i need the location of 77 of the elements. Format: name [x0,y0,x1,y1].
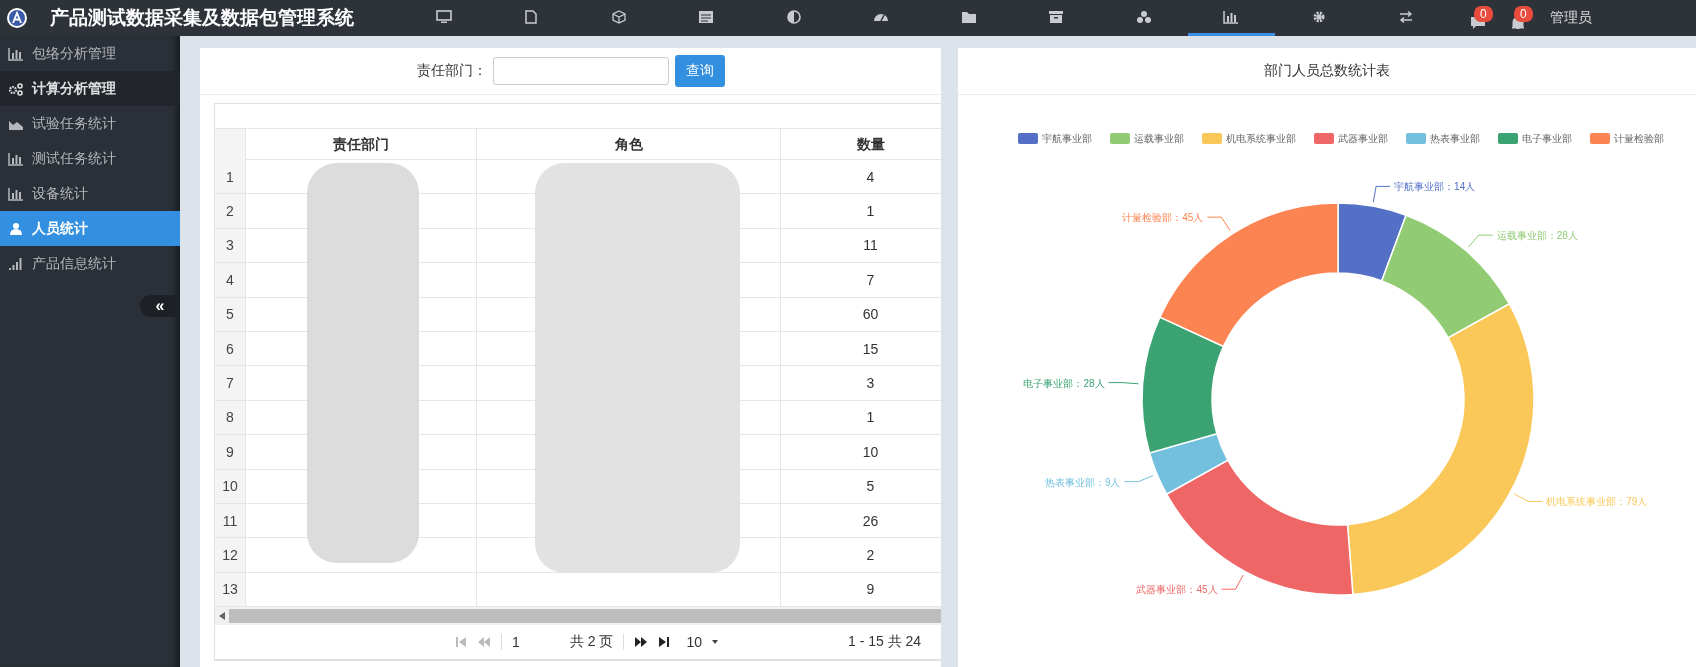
row-number: 5 [215,297,246,331]
record-summary: 1 - 15 共 24 [847,633,922,652]
notification-count: 0 [1474,6,1493,22]
row-number: 6 [215,331,246,366]
bar-chart-icon [8,151,24,166]
bar-chart-icon [8,186,24,201]
notification-count: 0 [1514,6,1533,22]
bar-chart-icon [1223,9,1240,24]
file-icon [523,9,540,24]
contrast-icon [785,9,802,24]
cube-icon [610,9,627,24]
page-count: 共 2 页 [569,633,614,652]
row-number: 1 [215,160,246,194]
data-label: 运载事业部：28人 [1496,230,1578,242]
row-number: 4 [215,263,246,297]
leader-line [1372,185,1391,203]
department-input-field[interactable] [492,57,669,85]
scrollbar-thumb[interactable] [229,609,941,624]
legend-label: 运载事业部 [1134,133,1184,144]
row-number: 7 [215,366,246,400]
sidebar-item[interactable]: 测试任务统计 [0,141,180,176]
sidebar-item[interactable]: 试验任务统计 [0,106,180,141]
logo-icon [6,7,28,29]
collapse-button[interactable]: « [140,295,180,317]
monitor-icon [435,9,452,24]
column-header: 责任部门 [246,129,477,160]
list-icon [698,9,715,24]
arrows-icon [1398,9,1415,24]
legend-label: 机电系统事业部 [1226,133,1296,144]
row-number: 12 [215,538,246,572]
legend-label: 宇航事业部 [1042,133,1092,144]
last-page-icon[interactable] [658,636,671,649]
row-number: 11 [215,503,246,538]
sidebar-item[interactable]: 设备统计 [0,176,180,211]
gears-icon [8,81,24,96]
folder-icon [960,9,977,24]
person-icon [8,221,24,236]
data-label: 宇航事业部：14人 [1394,181,1476,193]
row-number: 3 [215,228,246,263]
leader-line [1206,216,1231,232]
data-label: 热表事业部：9人 [1044,476,1121,488]
dropdown-caret-icon[interactable] [711,640,718,645]
app-title: 产品测试数据采集及数据包管理系统 [50,6,354,30]
leader-line [1221,574,1244,590]
leader-line [1467,234,1494,248]
archive-icon [1048,9,1065,24]
data-label: 计量检验部：45人 [1122,212,1204,224]
horizontal-scrollbar[interactable] [215,607,941,626]
legend-label: 热表事业部 [1430,133,1480,144]
leader-line [1513,493,1543,502]
leader-line [1123,475,1154,483]
sidebar-item[interactable]: 包络分析管理 [0,36,180,71]
bar-chart-icon [8,46,24,61]
next-page-icon[interactable] [634,636,649,649]
user-name[interactable]: 管理员 [1550,9,1592,27]
chart-title: 部门人员总数统计表 [958,48,1696,95]
page-number[interactable]: 1 [512,634,520,651]
data-label: 电子事业部：28人 [1023,377,1105,389]
legend-label: 计量检验部 [1614,133,1664,144]
leader-line [1108,382,1140,385]
row-number: 2 [215,194,246,228]
data-label: 机电系统事业部：79人 [1546,496,1648,508]
data-label: 武器事业部：45人 [1136,584,1218,596]
scroll-left-icon[interactable] [219,612,225,621]
row-number: 9 [215,435,246,469]
sidebar-item[interactable]: 产品信息统计 [0,246,180,281]
row-number: 10 [215,469,246,503]
column-header: 角色 [477,129,781,160]
cubes-icon [1135,9,1152,24]
row-number: 8 [215,400,246,435]
row-number: 13 [215,572,246,607]
legend-label: 电子事业部 [1522,133,1572,144]
field-label: 责任部门： [416,62,487,80]
legend-label: 武器事业部 [1338,133,1388,144]
sidebar-item[interactable]: 计算分析管理 [0,71,180,106]
signal-icon [8,256,24,271]
page-size-select[interactable]: 10 [686,634,702,651]
